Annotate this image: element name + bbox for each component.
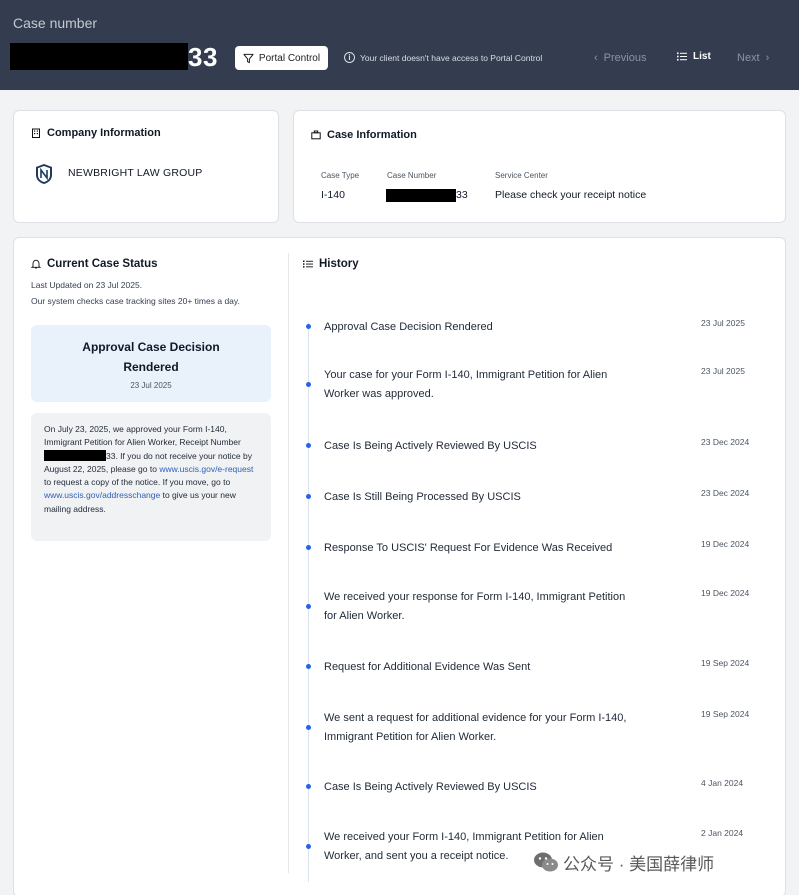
timeline-dot-icon xyxy=(306,494,311,499)
history-label: History xyxy=(319,258,359,270)
service-center-label: Service Center xyxy=(495,171,548,180)
company-name: NEWBRIGHT LAW GROUP xyxy=(68,167,203,179)
timeline-dot-icon xyxy=(306,443,311,448)
list-icon xyxy=(677,52,687,61)
timeline-dot-icon xyxy=(306,725,311,730)
current-case-status-title: Current Case Status xyxy=(31,258,158,270)
case-number-suffix: 33 xyxy=(188,42,218,72)
bell-icon xyxy=(31,259,41,269)
briefcase-icon xyxy=(311,130,321,140)
status-description: On July 23, 2025, we approved your Form … xyxy=(31,413,271,541)
timeline-dot-icon xyxy=(306,324,311,329)
history-title: History xyxy=(303,258,359,270)
timeline-dot-icon xyxy=(306,382,311,387)
history-item-date: 4 Jan 2024 xyxy=(701,778,744,788)
history-item-text: Response To USCIS' Request For Evidence … xyxy=(324,542,613,554)
list-icon xyxy=(303,260,313,268)
case-information-label: Case Information xyxy=(327,129,417,141)
e-request-link[interactable]: www.uscis.gov/e-request xyxy=(159,464,253,474)
history-item-date: 19 Sep 2024 xyxy=(701,658,750,668)
history-item-date: 23 Dec 2024 xyxy=(701,488,750,498)
wechat-watermark: 公众号 · 美国薛律师 xyxy=(533,849,714,875)
history-item-text: Case Is Being Actively Reviewed By USCIS xyxy=(324,781,537,793)
current-status-title: Approval Case Decision Rendered xyxy=(82,340,220,374)
company-information-title: Company Information xyxy=(31,127,161,139)
redacted-case-number-field xyxy=(386,189,456,202)
company-logo-icon xyxy=(36,164,52,184)
portal-access-text: Your client doesn't have access to Porta… xyxy=(360,52,543,63)
list-label: List xyxy=(693,51,711,62)
chevron-right-icon: › xyxy=(765,52,770,64)
timeline-dot-icon xyxy=(306,784,311,789)
history-item-date: 23 Jul 2025 xyxy=(701,366,745,376)
portal-access-note: i Your client doesn't have access to Por… xyxy=(344,52,542,63)
history-item-date: 19 Dec 2024 xyxy=(701,539,750,549)
last-updated-text: Last Updated on 23 Jul 2025. xyxy=(31,280,143,290)
timeline-dot-icon xyxy=(306,664,311,669)
history-item-text: Approval Case Decision Rendered xyxy=(324,321,493,333)
case-header: Case number 33 Portal Control i Your cli… xyxy=(0,0,799,90)
previous-label: Previous xyxy=(603,52,647,64)
case-information-card: Case Information Case Type I-140 Case Nu… xyxy=(293,110,786,223)
case-type-value: I-140 xyxy=(321,189,345,201)
history-item-date: 19 Dec 2024 xyxy=(701,588,750,598)
timeline-line xyxy=(308,322,309,882)
watermark-text: 公众号 · 美国薛律师 xyxy=(563,854,715,874)
case-number-label: Case number xyxy=(13,15,98,31)
case-number-field-label: Case Number xyxy=(387,171,437,180)
address-change-link[interactable]: www.uscis.gov/addresschange xyxy=(44,490,160,500)
history-item-date: 23 Dec 2024 xyxy=(701,437,750,447)
case-number-field-suffix: 33 xyxy=(456,189,468,201)
history-item-text: We sent a request for additional evidenc… xyxy=(324,712,627,743)
case-type-label: Case Type xyxy=(321,171,360,180)
info-icon: i xyxy=(344,52,355,63)
column-divider xyxy=(288,253,289,873)
timeline-dot-icon xyxy=(306,604,311,609)
history-item-date: 2 Jan 2024 xyxy=(701,828,744,838)
company-information-label: Company Information xyxy=(47,127,161,139)
current-status-box: Approval Case Decision Rendered 23 Jul 2… xyxy=(31,325,271,402)
description-text-3: to request a copy of the notice. If you … xyxy=(44,477,231,488)
history-item-date: 19 Sep 2024 xyxy=(701,709,750,719)
description-text-1: On July 23, 2025, we approved your Form … xyxy=(44,424,241,448)
portal-control-label: Portal Control xyxy=(258,52,321,64)
building-icon xyxy=(32,128,40,138)
system-checks-text: Our system checks case tracking sites 20… xyxy=(31,296,240,306)
history-item-text: We received your response for Form I-140… xyxy=(324,591,626,622)
redacted-case-number xyxy=(10,43,188,70)
redacted-receipt-number xyxy=(44,449,106,461)
timeline-dot-icon xyxy=(306,545,311,550)
service-center-value: Please check your receipt notice xyxy=(495,189,647,201)
chevron-left-icon: ‹ xyxy=(594,52,598,64)
history-item-text: Your case for your Form I-140, Immigrant… xyxy=(324,369,608,400)
history-item-text: Case Is Being Actively Reviewed By USCIS xyxy=(324,440,537,452)
status-history-card: Current Case Status Last Updated on 23 J… xyxy=(13,237,786,895)
history-item-text: Request for Additional Evidence Was Sent xyxy=(324,661,531,673)
next-button[interactable]: Next › xyxy=(737,52,769,64)
timeline-dot-icon xyxy=(306,844,311,849)
filter-icon xyxy=(243,53,254,63)
current-status-date: 23 Jul 2025 xyxy=(130,381,172,390)
case-information-title: Case Information xyxy=(311,129,417,141)
wechat-icon xyxy=(534,852,558,872)
next-label: Next xyxy=(737,52,760,64)
history-item-date: 23 Jul 2025 xyxy=(701,318,745,328)
portal-control-button[interactable]: Portal Control xyxy=(235,46,328,70)
history-item-text: Case Is Still Being Processed By USCIS xyxy=(324,491,521,503)
current-case-status-label: Current Case Status xyxy=(47,258,158,270)
list-button[interactable]: List xyxy=(677,51,711,62)
previous-button[interactable]: ‹ Previous xyxy=(594,52,646,64)
company-information-card: Company Information NEWBRIGHT LAW GROUP xyxy=(13,110,279,223)
